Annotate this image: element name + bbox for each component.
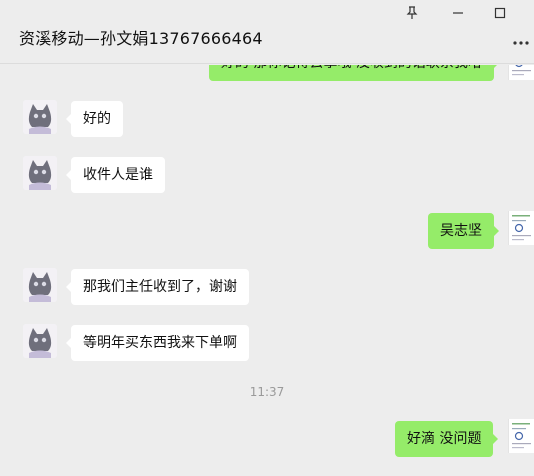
message-bubble-own[interactable]: 吴志坚 (428, 213, 499, 249)
contact-avatar[interactable] (23, 100, 57, 134)
maximize-icon[interactable] (487, 2, 513, 24)
message-bubble-contact[interactable]: 好的 (66, 101, 123, 137)
own-avatar[interactable] (508, 211, 534, 245)
own-avatar[interactable] (508, 65, 534, 80)
message-bubble-contact[interactable]: 收件人是谁 (66, 157, 165, 193)
own-avatar[interactable] (508, 419, 534, 453)
chat-area[interactable]: 好的 那你记得去拿哦 没收到的话联系我哈 好的 收件人是谁 (0, 65, 534, 476)
message-bubble-own[interactable]: 好的 那你记得去拿哦 没收到的话联系我哈 (209, 65, 499, 81)
pin-icon[interactable] (399, 2, 425, 24)
message-bubble-contact[interactable]: 那我们主任收到了，谢谢 (66, 269, 249, 305)
message-bubble-own[interactable]: 好滴 没问题 (395, 421, 499, 457)
contact-avatar[interactable] (23, 324, 57, 358)
message-timestamp: 11:37 (249, 385, 285, 399)
title-bar: 资溪移动—孙文娟13767666464 (0, 0, 534, 64)
contact-avatar[interactable] (23, 156, 57, 190)
chat-title: 资溪移动—孙文娟13767666464 (19, 29, 263, 48)
message-bubble-contact[interactable]: 等明年买东西我来下单啊 (66, 325, 249, 361)
minimize-icon[interactable] (445, 2, 471, 24)
contact-avatar[interactable] (23, 268, 57, 302)
more-dots-icon[interactable] (510, 32, 532, 54)
